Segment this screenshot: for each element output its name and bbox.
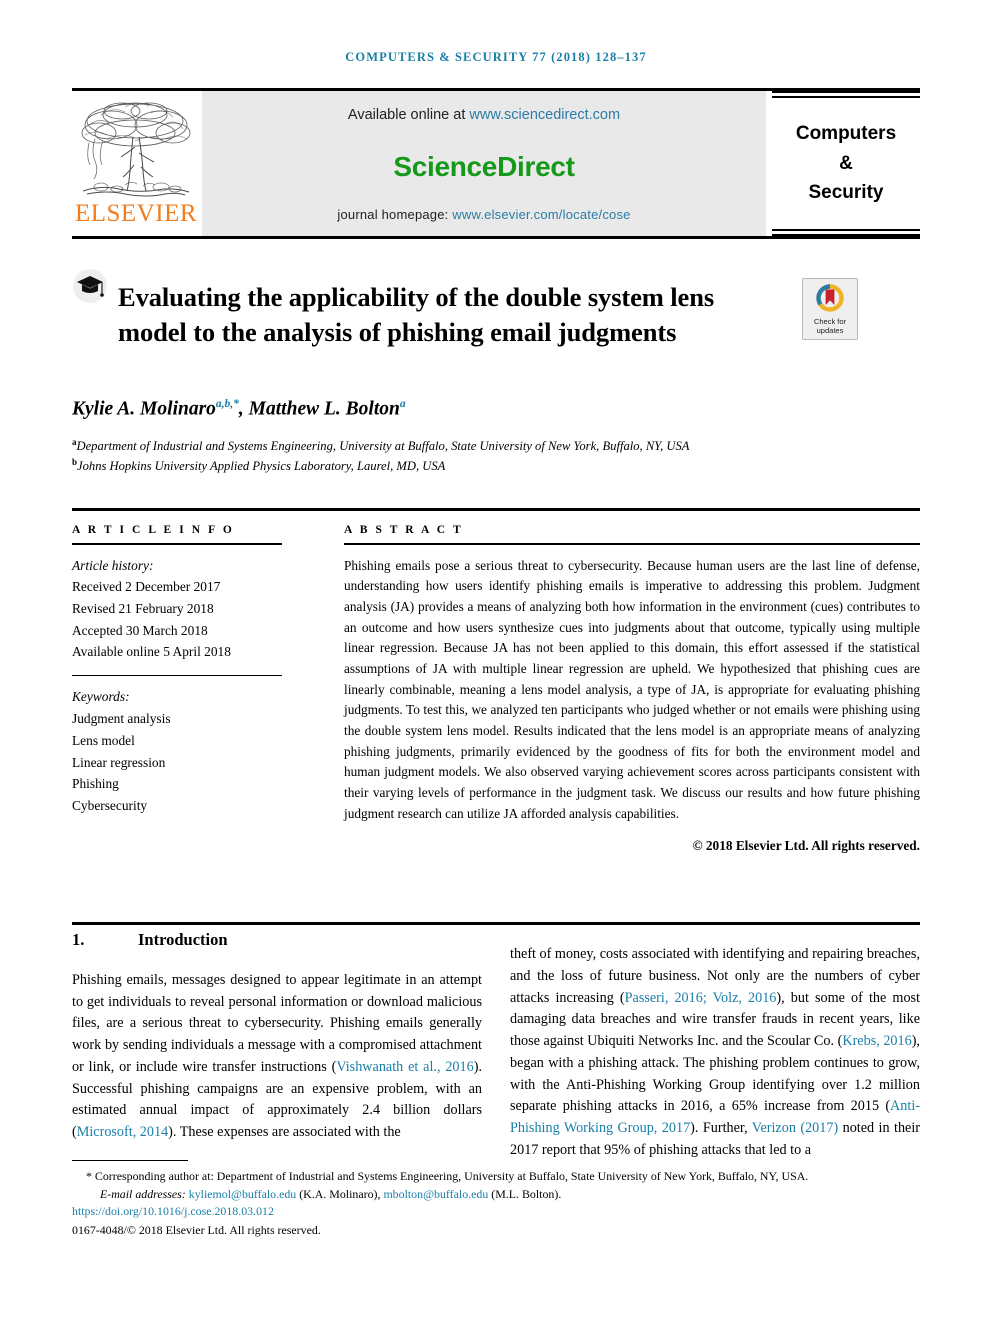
history-item: Received 2 December 2017 [72,579,221,595]
email-1-owner: (K.A. Molinaro), [296,1186,384,1201]
article-info-rule [72,543,282,545]
journal-banner: ELSEVIER Available online at www.science… [72,88,920,239]
journal-homepage-prefix: journal homepage: [337,207,453,222]
journal-homepage-link[interactable]: www.elsevier.com/locate/cose [452,207,630,222]
keywords-separator-rule [72,675,282,677]
corresponding-author-note: * Corresponding author at: Department of… [72,1168,920,1186]
history-item: Accepted 30 March 2018 [72,622,208,638]
affiliation-a: aDepartment of Industrial and Systems En… [72,436,772,456]
article-info-heading: A R T I C L E I N F O [72,524,235,536]
affiliations: aDepartment of Industrial and Systems En… [72,436,772,476]
author-separator: , [238,398,249,420]
journal-title-rule-bottom [772,229,920,231]
affiliation-a-text: Department of Industrial and Systems Eng… [76,439,690,454]
email-addresses-note: E-mail addresses: kyliemol@buffalo.edu (… [72,1186,920,1204]
abstract-copyright: © 2018 Elsevier Ltd. All rights reserved… [692,838,920,854]
citation-link[interactable]: Verizon (2017) [752,1120,838,1136]
sciencedirect-link[interactable]: www.sciencedirect.com [469,107,620,123]
keywords-block: Keywords: Judgment analysis Lens model L… [72,686,324,816]
author-list: Kylie A. Molinaroa,b,*, Matthew L. Bolto… [72,398,920,421]
body-text-run: ). Further, [690,1119,752,1136]
author-2-affiliation-marker: a [399,398,406,410]
keyword-item: Linear regression [72,754,166,770]
abstract-rule [344,543,920,545]
available-online-prefix: Available online at [347,107,470,123]
doi-line: https://doi.org/10.1016/j.cose.2018.03.0… [72,1203,920,1221]
crossmark-label: Check for updates [814,317,846,336]
citation-link[interactable]: Microsoft, 2014 [77,1124,168,1140]
history-item: Available online 5 April 2018 [72,644,231,660]
doi-link[interactable]: https://doi.org/10.1016/j.cose.2018.03.0… [72,1204,274,1218]
paragraph-right: theft of money, costs associated with id… [510,944,920,1161]
email-link-1[interactable]: kyliemol@buffalo.edu [189,1187,297,1201]
article-history: Article history: Received 2 December 201… [72,555,324,664]
title-block: Evaluating the applicability of the doub… [72,262,920,368]
abstract-heading: A B S T R A C T [344,524,464,536]
journal-name-line-1: Computers [795,123,897,145]
section-name: Introduction [138,930,228,949]
sciencedirect-logo: ScienceDirect [393,151,575,182]
history-item: Revised 21 February 2018 [72,601,214,616]
keyword-item: Cybersecurity [72,797,148,813]
issn-copyright-line: 0167-4048/© 2018 Elsevier Ltd. All right… [72,1222,321,1237]
page-title: Evaluating the applicability of the doub… [118,281,715,347]
info-abstract-region: A R T I C L E I N F O Article history: R… [72,524,920,854]
paragraph-left: Phishing emails, messages designed to ap… [72,970,482,1144]
available-online-line: Available online at www.sciencedirect.co… [348,107,620,123]
journal-cover-title: Computers & Security [772,91,920,236]
crossmark-icon [816,284,844,312]
elsevier-tree-icon [77,95,195,203]
crossmark-label-line-1: Check for [813,317,847,326]
email-link-2[interactable]: mbolton@buffalo.edu [383,1187,488,1201]
graduation-cap-icon [72,268,108,304]
footnote-rule [72,1160,188,1162]
section-number: 1. [72,930,85,949]
sciencedirect-banner: Available online at www.sciencedirect.co… [202,91,766,236]
journal-name-line-2: & [839,152,853,174]
citation-link[interactable]: Vishwanath et al., 2016 [336,1059,473,1075]
author-name-1: Kylie A. Molinaro [72,398,216,420]
crossmark-badge[interactable]: Check for updates [802,278,858,340]
footnote-block: * Corresponding author at: Department of… [72,1168,920,1239]
keywords-label: Keywords: [72,689,130,705]
citation-link[interactable]: Krebs, 2016 [842,1033,911,1049]
elsevier-wordmark: ELSEVIER [74,200,198,227]
keyword-item: Lens model [72,732,135,748]
article-info-column: A R T I C L E I N F O Article history: R… [72,524,324,854]
keyword-item: Phishing [72,776,119,792]
email-2-owner: (M.L. Bolton). [488,1186,562,1201]
banner-bottom-rule [72,236,920,239]
abstract-text: Phishing emails pose a serious threat to… [344,557,920,821]
info-top-rule [72,508,920,511]
running-head: COMPUTERS & SECURITY 77 (2018) 128–137 [345,50,647,64]
affiliation-b: bJohns Hopkins University Applied Physic… [72,456,772,476]
body-column-right: theft of money, costs associated with id… [510,930,920,1176]
citation-link[interactable]: Passeri, 2016; Volz, 2016 [625,990,777,1006]
body-top-rule [72,922,920,925]
elsevier-logo: ELSEVIER [72,91,200,236]
journal-title-rule-top [772,91,920,93]
journal-name-line-3: Security [808,182,884,204]
article-history-label: Article history: [72,557,154,573]
body-column-left: 1. Introduction Phishing emails, message… [72,930,482,1176]
paper-page: COMPUTERS & SECURITY 77 (2018) 128–137 E… [0,0,992,1323]
corresponding-author-text: Corresponding author at: Department of I… [91,1169,809,1183]
journal-homepage-line: journal homepage: www.elsevier.com/locat… [337,207,630,222]
keyword-item: Judgment analysis [72,711,171,727]
email-addresses-label: E-mail addresses: [100,1186,186,1201]
body-columns: 1. Introduction Phishing emails, message… [72,930,920,1176]
author-name-2: Matthew L. Bolton [248,398,400,420]
affiliation-b-text: Johns Hopkins University Applied Physics… [77,459,446,474]
section-heading: 1. Introduction [72,930,482,950]
author-1-affiliation-marker: a,b,* [215,398,239,410]
crossmark-label-line-2: updates [816,326,844,336]
journal-title-rule-bottom2 [772,234,920,236]
body-text-run: ). These expenses are associated with th… [168,1124,401,1141]
abstract-column: A B S T R A C T Phishing emails pose a s… [344,524,920,854]
